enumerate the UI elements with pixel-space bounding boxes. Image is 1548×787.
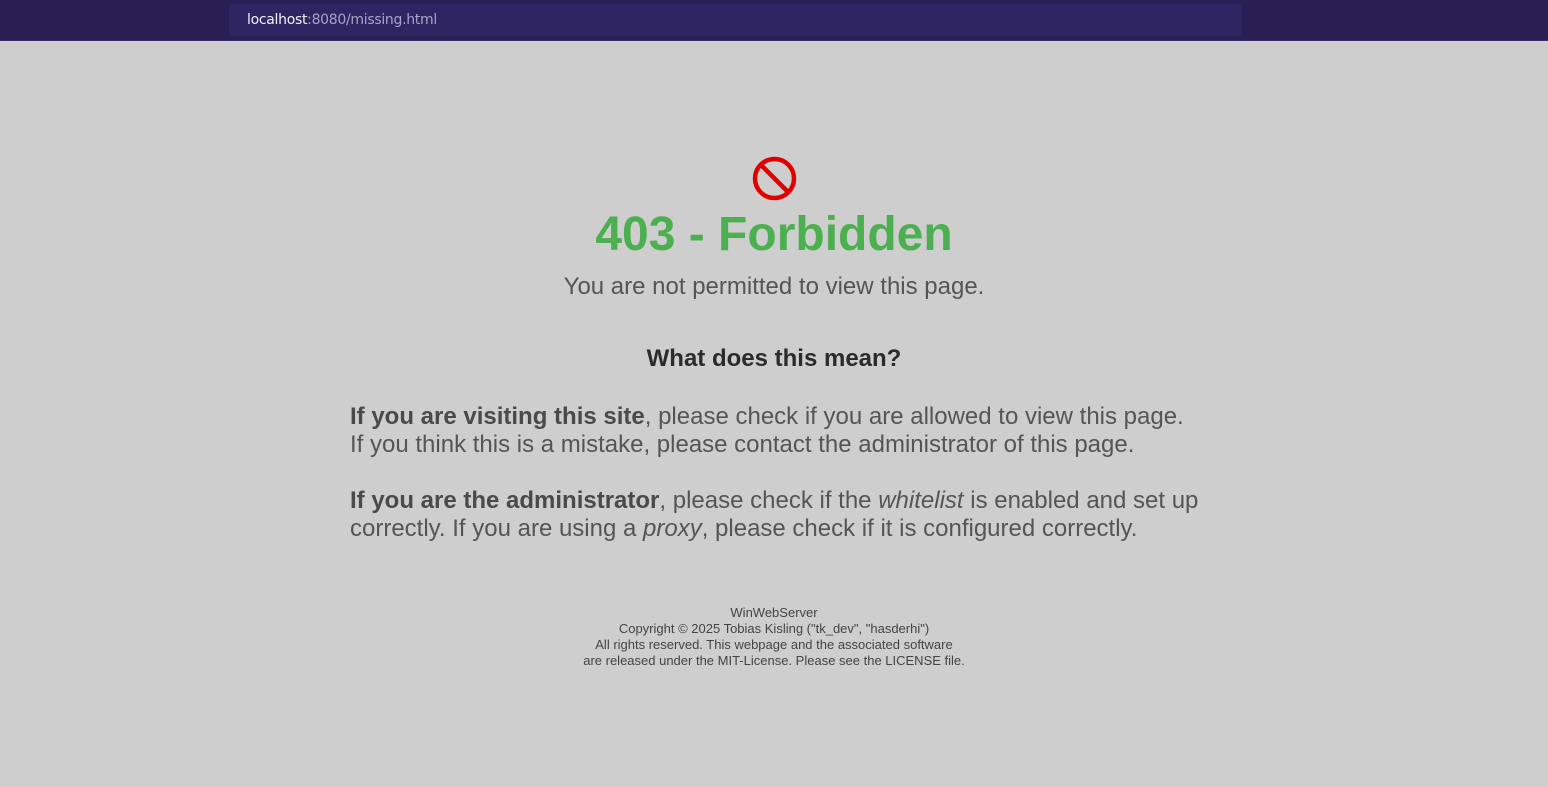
admin-bold: If you are the administrator bbox=[350, 487, 660, 514]
proxy-term: proxy bbox=[643, 515, 702, 542]
address-host: localhost bbox=[247, 12, 308, 28]
address-bar[interactable]: localhost:8080/missing.html bbox=[229, 4, 1242, 36]
address-path: :8080/missing.html bbox=[307, 12, 437, 28]
footer-copyright: Copyright © 2025 Tobias Kisling ("tk_dev… bbox=[618, 621, 930, 636]
footer-license: are released under the MIT-License. Plea… bbox=[583, 653, 965, 668]
section-heading: What does this mean? bbox=[646, 345, 902, 372]
admin-text-3: , please check if it is configured corre… bbox=[701, 515, 1138, 542]
visitor-text-2: If you think this is a mistake, please c… bbox=[350, 431, 1135, 458]
page-subtitle: You are not permitted to view this page. bbox=[563, 273, 985, 300]
browser-toolbar: localhost:8080/missing.html bbox=[0, 0, 1548, 41]
whitelist-term: whitelist bbox=[878, 487, 964, 514]
forbidden-icon bbox=[752, 156, 797, 201]
visitor-text-1: , please check if you are allowed to vie… bbox=[644, 403, 1184, 430]
page-content: 403 - Forbidden You are not permitted to… bbox=[0, 41, 1548, 787]
admin-text-1: , please check if the bbox=[659, 487, 879, 514]
admin-paragraph: If you are the administrator, please che… bbox=[350, 487, 1210, 543]
page-title: 403 - Forbidden bbox=[595, 208, 953, 261]
visitor-paragraph: If you are visiting this site, please ch… bbox=[350, 403, 1210, 459]
footer: WinWebServer Copyright © 2025 Tobias Kis… bbox=[0, 605, 1548, 669]
visitor-bold: If you are visiting this site bbox=[350, 403, 645, 430]
footer-rights: All rights reserved. This webpage and th… bbox=[595, 637, 953, 652]
footer-product: WinWebServer bbox=[730, 605, 818, 620]
